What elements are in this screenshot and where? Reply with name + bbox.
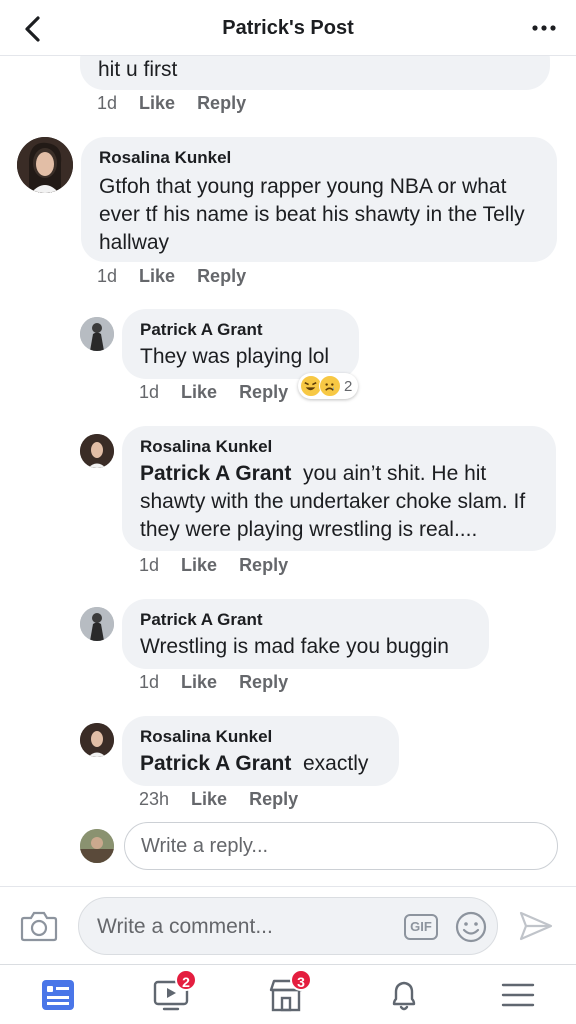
- comment-time: 1d: [97, 93, 118, 113]
- reaction-count: 2: [344, 377, 353, 395]
- comment-bubble[interactable]: Patrick A Grant Wrestling is mad fake yo…: [122, 599, 489, 669]
- comment-text: Wrestling is mad fake you buggin: [140, 635, 449, 658]
- mention-link[interactable]: Patrick A Grant: [140, 752, 291, 775]
- comment-meta: 1d Like Reply: [97, 93, 246, 114]
- send-icon[interactable]: [518, 909, 554, 943]
- avatar-photo-icon: [80, 723, 114, 757]
- reply-placeholder: Write a reply...: [141, 835, 269, 857]
- comment-author[interactable]: Rosalina Kunkel: [99, 147, 539, 169]
- comment-thread: hit u first 1d Like Reply Rosalina Kunke…: [0, 56, 576, 886]
- tab-watch[interactable]: 2: [151, 969, 197, 1013]
- comment-meta: 1d Like Reply: [139, 555, 288, 576]
- avatar-photo-icon: [17, 137, 73, 193]
- comment-author[interactable]: Rosalina Kunkel: [140, 436, 538, 458]
- reply-input[interactable]: Write a reply...: [124, 822, 558, 870]
- reaction-summary[interactable]: 2: [298, 373, 359, 399]
- comment-meta: 1d Like Reply: [139, 672, 288, 693]
- comment-time: 23h: [139, 789, 170, 809]
- avatar-photo-icon: [80, 317, 114, 351]
- more-dots-icon[interactable]: [530, 18, 558, 38]
- comment-time: 1d: [139, 672, 160, 692]
- bell-icon: [392, 981, 416, 1011]
- comment-input[interactable]: Write a comment... GIF: [78, 897, 498, 955]
- comment-composer: Write a comment... GIF: [0, 886, 576, 964]
- tab-menu[interactable]: [498, 977, 538, 1013]
- comment-text: Gtfoh that young rapper young NBA or wha…: [99, 175, 525, 254]
- page-title: Patrick's Post: [222, 17, 354, 39]
- tab-marketplace[interactable]: 3: [266, 969, 312, 1013]
- reply-button[interactable]: Reply: [239, 672, 288, 693]
- like-button[interactable]: Like: [191, 789, 227, 810]
- like-button[interactable]: Like: [181, 555, 217, 576]
- comment-author[interactable]: Patrick A Grant: [140, 609, 471, 631]
- reply-button[interactable]: Reply: [239, 382, 288, 403]
- comment-bubble[interactable]: Rosalina Kunkel Patrick A Grant exactly: [122, 716, 399, 786]
- avatar[interactable]: [80, 434, 114, 468]
- like-button[interactable]: Like: [181, 382, 217, 403]
- reply-button[interactable]: Reply: [197, 266, 246, 287]
- avatar-photo-icon: [80, 607, 114, 641]
- comment-author[interactable]: Rosalina Kunkel: [140, 726, 381, 748]
- comment-bubble[interactable]: Rosalina Kunkel Patrick A Grant you ain’…: [122, 426, 556, 551]
- comment-time: 1d: [139, 382, 160, 402]
- hamburger-menu-icon: [501, 983, 535, 1007]
- comment-text: exactly: [303, 752, 369, 775]
- gif-button[interactable]: GIF: [404, 914, 438, 940]
- comment-time: 1d: [97, 266, 118, 286]
- like-button[interactable]: Like: [181, 672, 217, 693]
- emoji-picker-icon[interactable]: [455, 911, 487, 943]
- comment-meta: 1d Like Reply: [97, 266, 246, 287]
- avatar-photo-icon: [80, 434, 114, 468]
- notification-badge: 3: [290, 969, 312, 991]
- comment-text-wrap: Patrick A Grant exactly: [140, 750, 381, 778]
- like-button[interactable]: Like: [139, 266, 175, 287]
- camera-icon[interactable]: [20, 909, 58, 943]
- avatar-photo-icon: [80, 829, 114, 863]
- bottom-tab-bar: 2 3: [0, 964, 576, 1024]
- reply-button[interactable]: Reply: [239, 555, 288, 576]
- like-button[interactable]: Like: [139, 93, 175, 114]
- sad-emoji-icon: [319, 375, 341, 397]
- comment-bubble[interactable]: Rosalina Kunkel Gtfoh that young rapper …: [81, 137, 557, 262]
- post-header: Patrick's Post: [0, 0, 576, 56]
- comment-time: 1d: [139, 555, 160, 575]
- reply-button[interactable]: Reply: [249, 789, 298, 810]
- tab-news-feed[interactable]: [38, 977, 78, 1013]
- comment-author[interactable]: Patrick A Grant: [140, 319, 341, 341]
- comment-bubble[interactable]: Patrick A Grant They was playing lol: [122, 309, 359, 379]
- avatar[interactable]: [80, 607, 114, 641]
- mention-link[interactable]: Patrick A Grant: [140, 462, 291, 485]
- comment-placeholder: Write a comment...: [97, 915, 273, 938]
- comment-meta: 23h Like Reply: [139, 789, 298, 810]
- avatar[interactable]: [17, 137, 73, 193]
- comment-meta: 1d Like Reply: [139, 382, 288, 403]
- news-feed-icon: [42, 980, 74, 1010]
- notification-badge: 2: [175, 969, 197, 991]
- avatar[interactable]: [80, 317, 114, 351]
- comment-bubble[interactable]: hit u first: [80, 56, 550, 90]
- comment-text: They was playing lol: [140, 345, 330, 368]
- comment-text: hit u first: [98, 58, 178, 81]
- reply-button[interactable]: Reply: [197, 93, 246, 114]
- comment-text-wrap: Patrick A Grant you ain’t shit. He hit s…: [140, 460, 538, 544]
- avatar[interactable]: [80, 723, 114, 757]
- tab-notifications[interactable]: [384, 977, 424, 1013]
- current-user-avatar: [80, 829, 114, 863]
